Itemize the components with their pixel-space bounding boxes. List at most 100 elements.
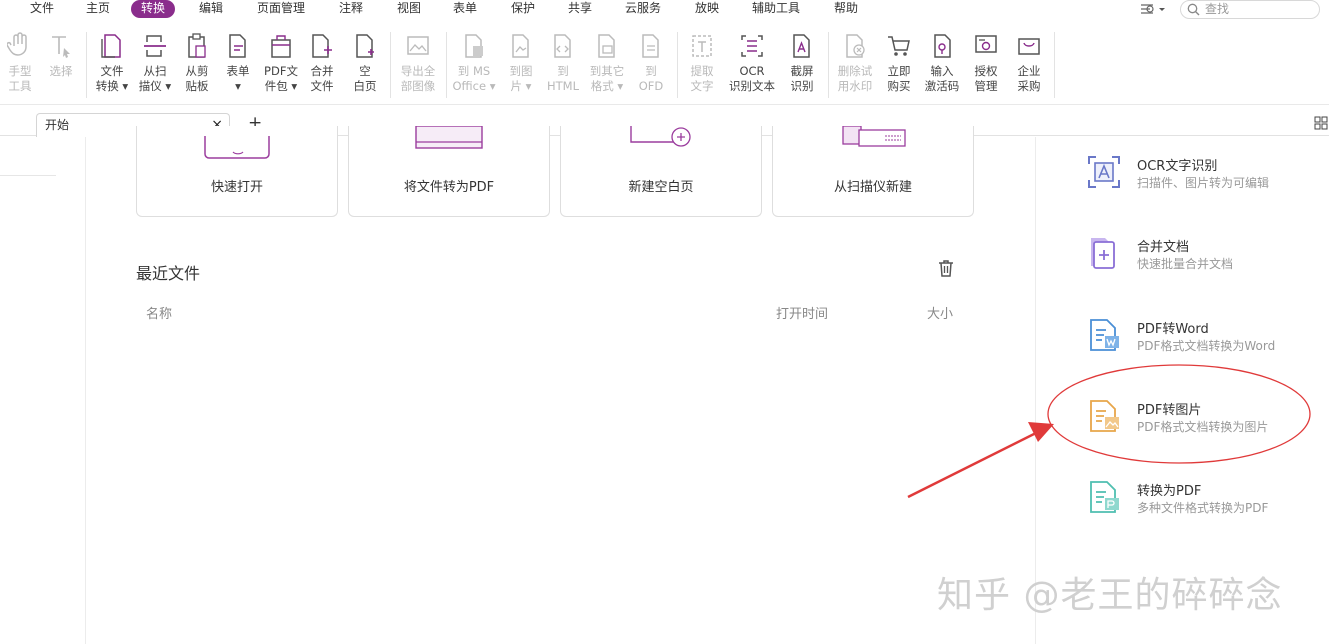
export-all-images-button[interactable]: 导出全 部图像 — [396, 26, 440, 102]
ocr-feature-title: OCR文字识别 — [1137, 159, 1218, 174]
menu-page-manage[interactable]: 页面管理 — [257, 0, 305, 18]
new-from-scanner-label: 从扫描仪新建 — [833, 180, 912, 195]
merge-feature-icon — [1091, 238, 1115, 269]
trash-icon[interactable] — [936, 258, 956, 278]
activation-code-icon — [934, 34, 951, 58]
ocr-recognize-button[interactable]: OCR 识别文本 — [726, 26, 778, 102]
from-scanner-button[interactable]: 从扫 描仪 ▾ — [135, 26, 175, 102]
license-management-button[interactable]: 授权 管理 — [967, 26, 1005, 102]
menu-protect[interactable]: 保护 — [511, 0, 535, 18]
menu-cloud[interactable]: 云服务 — [625, 0, 661, 18]
file-convert-icon — [101, 34, 121, 58]
left-nav-panel — [0, 137, 86, 644]
column-header-size[interactable]: 大小 — [927, 303, 953, 322]
menu-share[interactable]: 共享 — [568, 0, 592, 18]
new-from-scanner-card[interactable]: 从扫描仪新建 — [772, 126, 974, 217]
hand-tool-button[interactable]: 手型 工具 — [3, 26, 37, 102]
merge-files-button[interactable]: 合并 文件 — [305, 26, 339, 102]
convert-to-pdf-icon — [415, 126, 483, 149]
view-switch-icon[interactable] — [1140, 1, 1168, 17]
toolbar-separator — [86, 32, 87, 98]
export-images-icon — [407, 36, 429, 55]
menu-help[interactable]: 帮助 — [834, 0, 858, 18]
toolbar-separator — [390, 32, 391, 98]
remove-trial-watermark-button[interactable]: 删除试 用水印 — [833, 26, 877, 102]
menu-comment[interactable]: 注释 — [339, 0, 363, 18]
to-image-button[interactable]: 到图 片 ▾ — [503, 26, 539, 102]
ocr-feature-icon — [1088, 156, 1120, 188]
merge-feature-item[interactable]: 合并文档 快速批量合并文档 — [1087, 236, 1317, 276]
convert-to-pdf-title: 转换为PDF — [1137, 484, 1202, 499]
from-clipboard-button[interactable]: 从剪 贴板 — [178, 26, 216, 102]
merge-files-icon — [312, 34, 332, 58]
menu-home[interactable]: 主页 — [86, 0, 110, 18]
layout-grid-icon[interactable] — [1314, 116, 1328, 130]
menu-bar: 文件 主页 转换 编辑 页面管理 注释 视图 表单 保护 共享 云服务 放映 辅… — [0, 0, 1329, 19]
enterprise-purchase-button[interactable]: 企业 采购 — [1010, 26, 1048, 102]
select-text-icon — [52, 36, 70, 58]
merge-feature-title: 合并文档 — [1137, 240, 1190, 255]
pdf-to-word-icon — [1090, 319, 1119, 351]
to-ms-office-button[interactable]: 到 MS Office ▾ — [451, 26, 497, 102]
menu-file[interactable]: 文件 — [30, 0, 54, 18]
ribbon-toolbar: 手型 工具 选择 文件 转换 ▾ 从扫 描仪 ▾ 从剪 贴板 表单 ▾ PDF文… — [0, 26, 1329, 104]
menu-convert[interactable]: 转换 — [131, 0, 176, 18]
column-header-name[interactable]: 名称 — [146, 303, 172, 322]
buy-now-button[interactable]: 立即 购买 — [881, 26, 917, 102]
pdf-to-word-desc: PDF格式文档转换为Word — [1137, 339, 1276, 353]
toolbar-separator — [828, 32, 829, 98]
quick-open-card[interactable]: 快速打开 — [136, 126, 338, 217]
scanner-icon — [144, 35, 166, 57]
new-from-scanner-icon — [842, 126, 906, 147]
pdf-to-image-desc: PDF格式文档转换为图片 — [1137, 420, 1269, 434]
merge-feature-desc: 快速批量合并文档 — [1137, 257, 1234, 271]
convert-to-pdf-item[interactable]: 转换为PDF 多种文件格式转换为PDF — [1087, 480, 1317, 520]
watermark-text: 知乎 @老王的碎碎念 — [937, 575, 1283, 616]
enter-activation-code-button[interactable]: 输入 激活码 — [922, 26, 962, 102]
screenshot-ocr-icon — [793, 34, 810, 58]
to-html-button[interactable]: 到 HTML — [544, 26, 582, 102]
search-placeholder: 查找 — [1205, 2, 1230, 16]
to-html-icon — [554, 34, 571, 58]
menu-edit[interactable]: 编辑 — [199, 0, 223, 18]
to-other-format-button[interactable]: 到其它 格式 ▾ — [586, 26, 628, 102]
enterprise-purchase-icon — [1018, 38, 1040, 55]
quick-open-icon — [204, 136, 270, 159]
convert-pdf-feature-icon — [1090, 481, 1119, 513]
menu-present[interactable]: 放映 — [695, 0, 719, 18]
toolbar-separator — [446, 32, 447, 98]
new-blank-page-icon — [630, 126, 691, 147]
blank-page-icon — [356, 34, 374, 58]
convert-to-pdf-desc: 多种文件格式转换为PDF — [1137, 501, 1269, 515]
convert-to-pdf-card[interactable]: 将文件转为PDF — [348, 126, 550, 217]
pdf-to-image-item[interactable]: PDF转图片 PDF格式文档转换为图片 — [1087, 399, 1317, 439]
tab-start-label: 开始 — [45, 118, 70, 132]
menu-view[interactable]: 视图 — [397, 0, 421, 18]
extract-text-button[interactable]: 提取 文字 — [684, 26, 720, 102]
new-blank-page-card[interactable]: 新建空白页 — [560, 126, 762, 217]
search-input[interactable]: 查找 — [1180, 0, 1320, 19]
select-tool-button[interactable]: 选择 — [44, 26, 78, 102]
ocr-feature-desc: 扫描件、图片转为可编辑 — [1137, 176, 1270, 190]
pdf-to-word-item[interactable]: PDF转Word PDF格式文档转换为Word — [1087, 318, 1317, 358]
license-icon — [975, 35, 997, 53]
to-ofd-icon — [642, 34, 659, 58]
remove-watermark-icon — [846, 34, 865, 58]
pdf-to-image-title: PDF转图片 — [1137, 403, 1202, 418]
toolbar-separator — [677, 32, 678, 98]
ocr-icon — [741, 35, 763, 57]
file-convert-button[interactable]: 文件 转换 ▾ — [92, 26, 132, 102]
to-ofd-button[interactable]: 到 OFD — [634, 26, 668, 102]
ocr-feature-item[interactable]: OCR文字识别 扫描件、图片转为可编辑 — [1087, 155, 1317, 195]
menu-assist-tools[interactable]: 辅助工具 — [752, 0, 800, 18]
menu-form[interactable]: 表单 — [453, 0, 477, 18]
form-icon — [229, 34, 246, 58]
form-button[interactable]: 表单 ▾ — [221, 26, 255, 102]
column-header-open-time[interactable]: 打开时间 — [776, 303, 828, 322]
quick-open-label: 快速打开 — [210, 180, 263, 195]
pdf-package-button[interactable]: PDF文 件包 ▾ — [260, 26, 302, 102]
search-icon — [1187, 3, 1200, 16]
hand-icon — [7, 32, 27, 56]
screenshot-ocr-button[interactable]: 截屏 识别 — [784, 26, 820, 102]
blank-page-button[interactable]: 空 白页 — [348, 26, 382, 102]
